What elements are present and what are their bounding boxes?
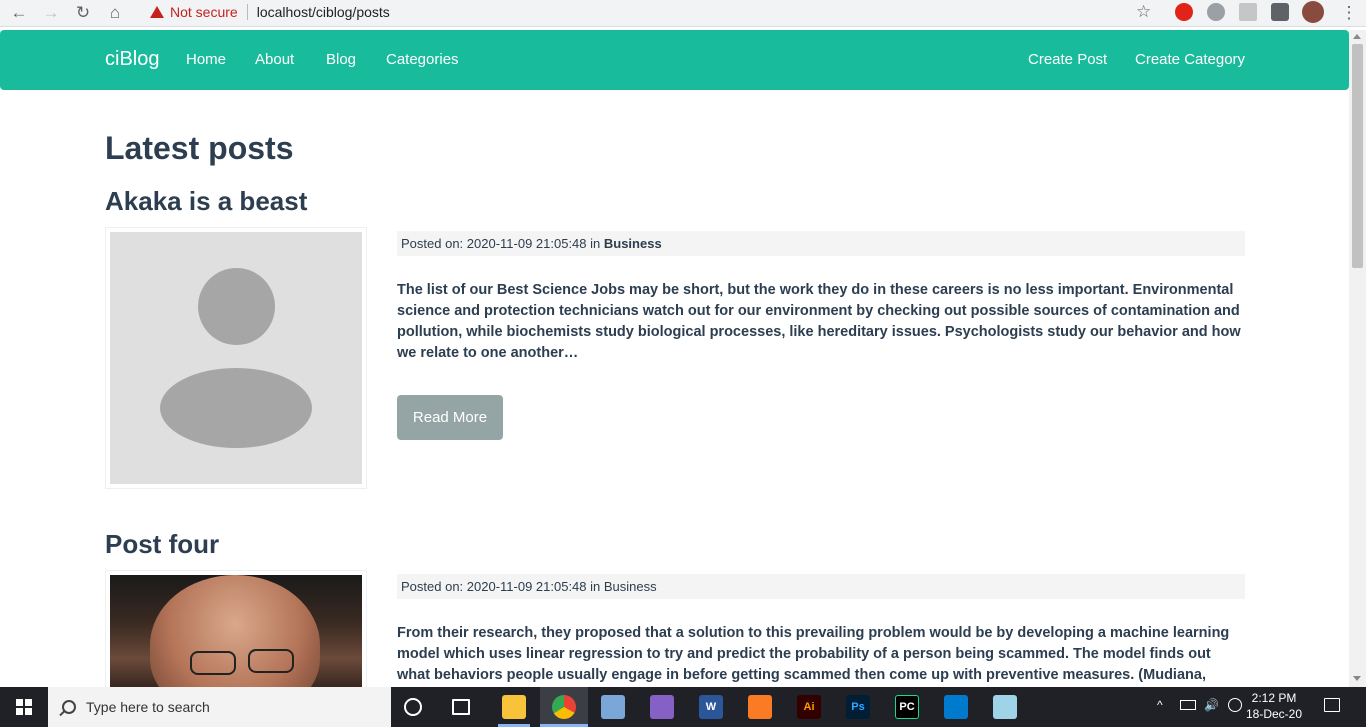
post-category-link[interactable]: Business bbox=[604, 579, 657, 594]
cortana-icon[interactable] bbox=[404, 698, 422, 716]
word-icon[interactable]: W bbox=[699, 695, 723, 719]
scroll-up-arrow-icon[interactable] bbox=[1353, 34, 1361, 39]
post-category-link[interactable]: Business bbox=[604, 236, 662, 251]
browser-toolbar: ← → ↻ ⌂ Not secure localhost/ciblog/post… bbox=[0, 0, 1366, 27]
taskbar-clock[interactable]: 2:12 PM 18-Dec-20 bbox=[1242, 690, 1306, 722]
post-title: Post four bbox=[105, 529, 220, 559]
visual-studio-icon[interactable] bbox=[650, 695, 674, 719]
profile-avatar[interactable] bbox=[1302, 1, 1324, 23]
post-thumbnail bbox=[105, 570, 367, 695]
post-meta: Posted on: 2020-11-09 21:05:48 in Busine… bbox=[397, 574, 1245, 599]
page-title: Latest posts bbox=[105, 130, 294, 166]
notepad-icon[interactable] bbox=[993, 695, 1017, 719]
reload-icon[interactable]: ↻ bbox=[70, 2, 96, 24]
copy-extension-icon[interactable] bbox=[1239, 3, 1257, 21]
url-text[interactable]: localhost/ciblog/posts bbox=[257, 4, 390, 20]
post-meta-date: Posted on: 2020-11-09 21:05:48 in bbox=[401, 236, 601, 251]
box-app-icon[interactable] bbox=[601, 695, 625, 719]
notification-icon[interactable] bbox=[1324, 698, 1340, 712]
security-label: Not secure bbox=[170, 4, 238, 20]
file-explorer-icon[interactable] bbox=[502, 695, 526, 719]
post-title: Akaka is a beast bbox=[105, 186, 308, 216]
tray-overflow-icon[interactable]: ^ bbox=[1157, 698, 1163, 712]
search-icon bbox=[62, 700, 76, 714]
warning-icon bbox=[150, 6, 164, 18]
start-button[interactable] bbox=[0, 687, 48, 727]
clock-date: 18-Dec-20 bbox=[1245, 707, 1303, 721]
portrait-glasses-left bbox=[190, 651, 236, 675]
home-icon[interactable]: ⌂ bbox=[102, 2, 128, 24]
nav-home-link[interactable]: Home bbox=[186, 51, 226, 68]
post-excerpt: The list of our Best Science Jobs may be… bbox=[397, 282, 1241, 361]
scrollbar-thumb[interactable] bbox=[1352, 44, 1363, 268]
nav-about-link[interactable]: About bbox=[255, 51, 294, 68]
site-navbar: ciBlog Home About Blog Categories Create… bbox=[0, 30, 1349, 90]
volume-icon[interactable]: 🔊 bbox=[1204, 698, 1219, 712]
puzzle-extensions-icon[interactable] bbox=[1271, 3, 1289, 21]
portrait-face bbox=[150, 575, 320, 695]
portrait-photo bbox=[110, 575, 362, 695]
taskbar-search[interactable]: Type here to search bbox=[48, 687, 391, 727]
nav-create-post-link[interactable]: Create Post bbox=[1028, 51, 1107, 68]
scroll-down-arrow-icon[interactable] bbox=[1353, 676, 1361, 681]
network-globe-icon[interactable] bbox=[1228, 698, 1242, 712]
windows-logo-icon bbox=[16, 699, 32, 715]
nav-categories-link[interactable]: Categories bbox=[386, 51, 459, 68]
security-indicator[interactable]: Not secure bbox=[140, 4, 238, 20]
avatar-head bbox=[198, 268, 275, 345]
post-thumbnail bbox=[105, 227, 367, 489]
forward-arrow-icon[interactable]: → bbox=[38, 2, 64, 24]
back-arrow-icon[interactable]: ← bbox=[6, 2, 32, 24]
address-bar[interactable]: Not secure localhost/ciblog/posts bbox=[140, 1, 1160, 23]
photoshop-icon[interactable]: Ps bbox=[846, 695, 870, 719]
extension-icon[interactable] bbox=[1207, 3, 1225, 21]
post-meta-date: Posted on: 2020-11-09 21:05:48 in bbox=[401, 579, 601, 594]
pycharm-icon[interactable]: PC bbox=[895, 695, 919, 719]
illustrator-icon[interactable]: Ai bbox=[797, 695, 821, 719]
read-more-button[interactable]: Read More bbox=[397, 395, 503, 440]
nav-create-category-link[interactable]: Create Category bbox=[1135, 51, 1245, 68]
battery-icon[interactable] bbox=[1180, 700, 1196, 710]
avatar-body bbox=[160, 368, 312, 448]
taskbar-search-placeholder: Type here to search bbox=[86, 699, 210, 715]
xampp-icon[interactable] bbox=[748, 695, 772, 719]
menu-dots-icon[interactable]: ⋮ bbox=[1336, 2, 1362, 24]
clock-time: 2:12 PM bbox=[1251, 691, 1297, 705]
chrome-icon[interactable] bbox=[552, 695, 576, 719]
page-scrollbar[interactable] bbox=[1349, 30, 1366, 687]
vscode-icon[interactable] bbox=[944, 695, 968, 719]
brand-link[interactable]: ciBlog bbox=[105, 48, 159, 71]
nav-blog-link[interactable]: Blog bbox=[326, 51, 356, 68]
placeholder-avatar-icon bbox=[110, 232, 362, 484]
address-separator bbox=[246, 4, 248, 20]
post-meta: Posted on: 2020-11-09 21:05:48 in Busine… bbox=[397, 231, 1245, 256]
opera-extension-icon[interactable] bbox=[1175, 3, 1193, 21]
bookmark-star-icon[interactable]: ☆ bbox=[1136, 2, 1151, 22]
task-view-icon[interactable] bbox=[452, 699, 470, 715]
windows-taskbar: Type here to search W Ai Ps PC ^ 🔊 2:12 … bbox=[0, 687, 1366, 727]
portrait-glasses-right bbox=[248, 649, 294, 673]
